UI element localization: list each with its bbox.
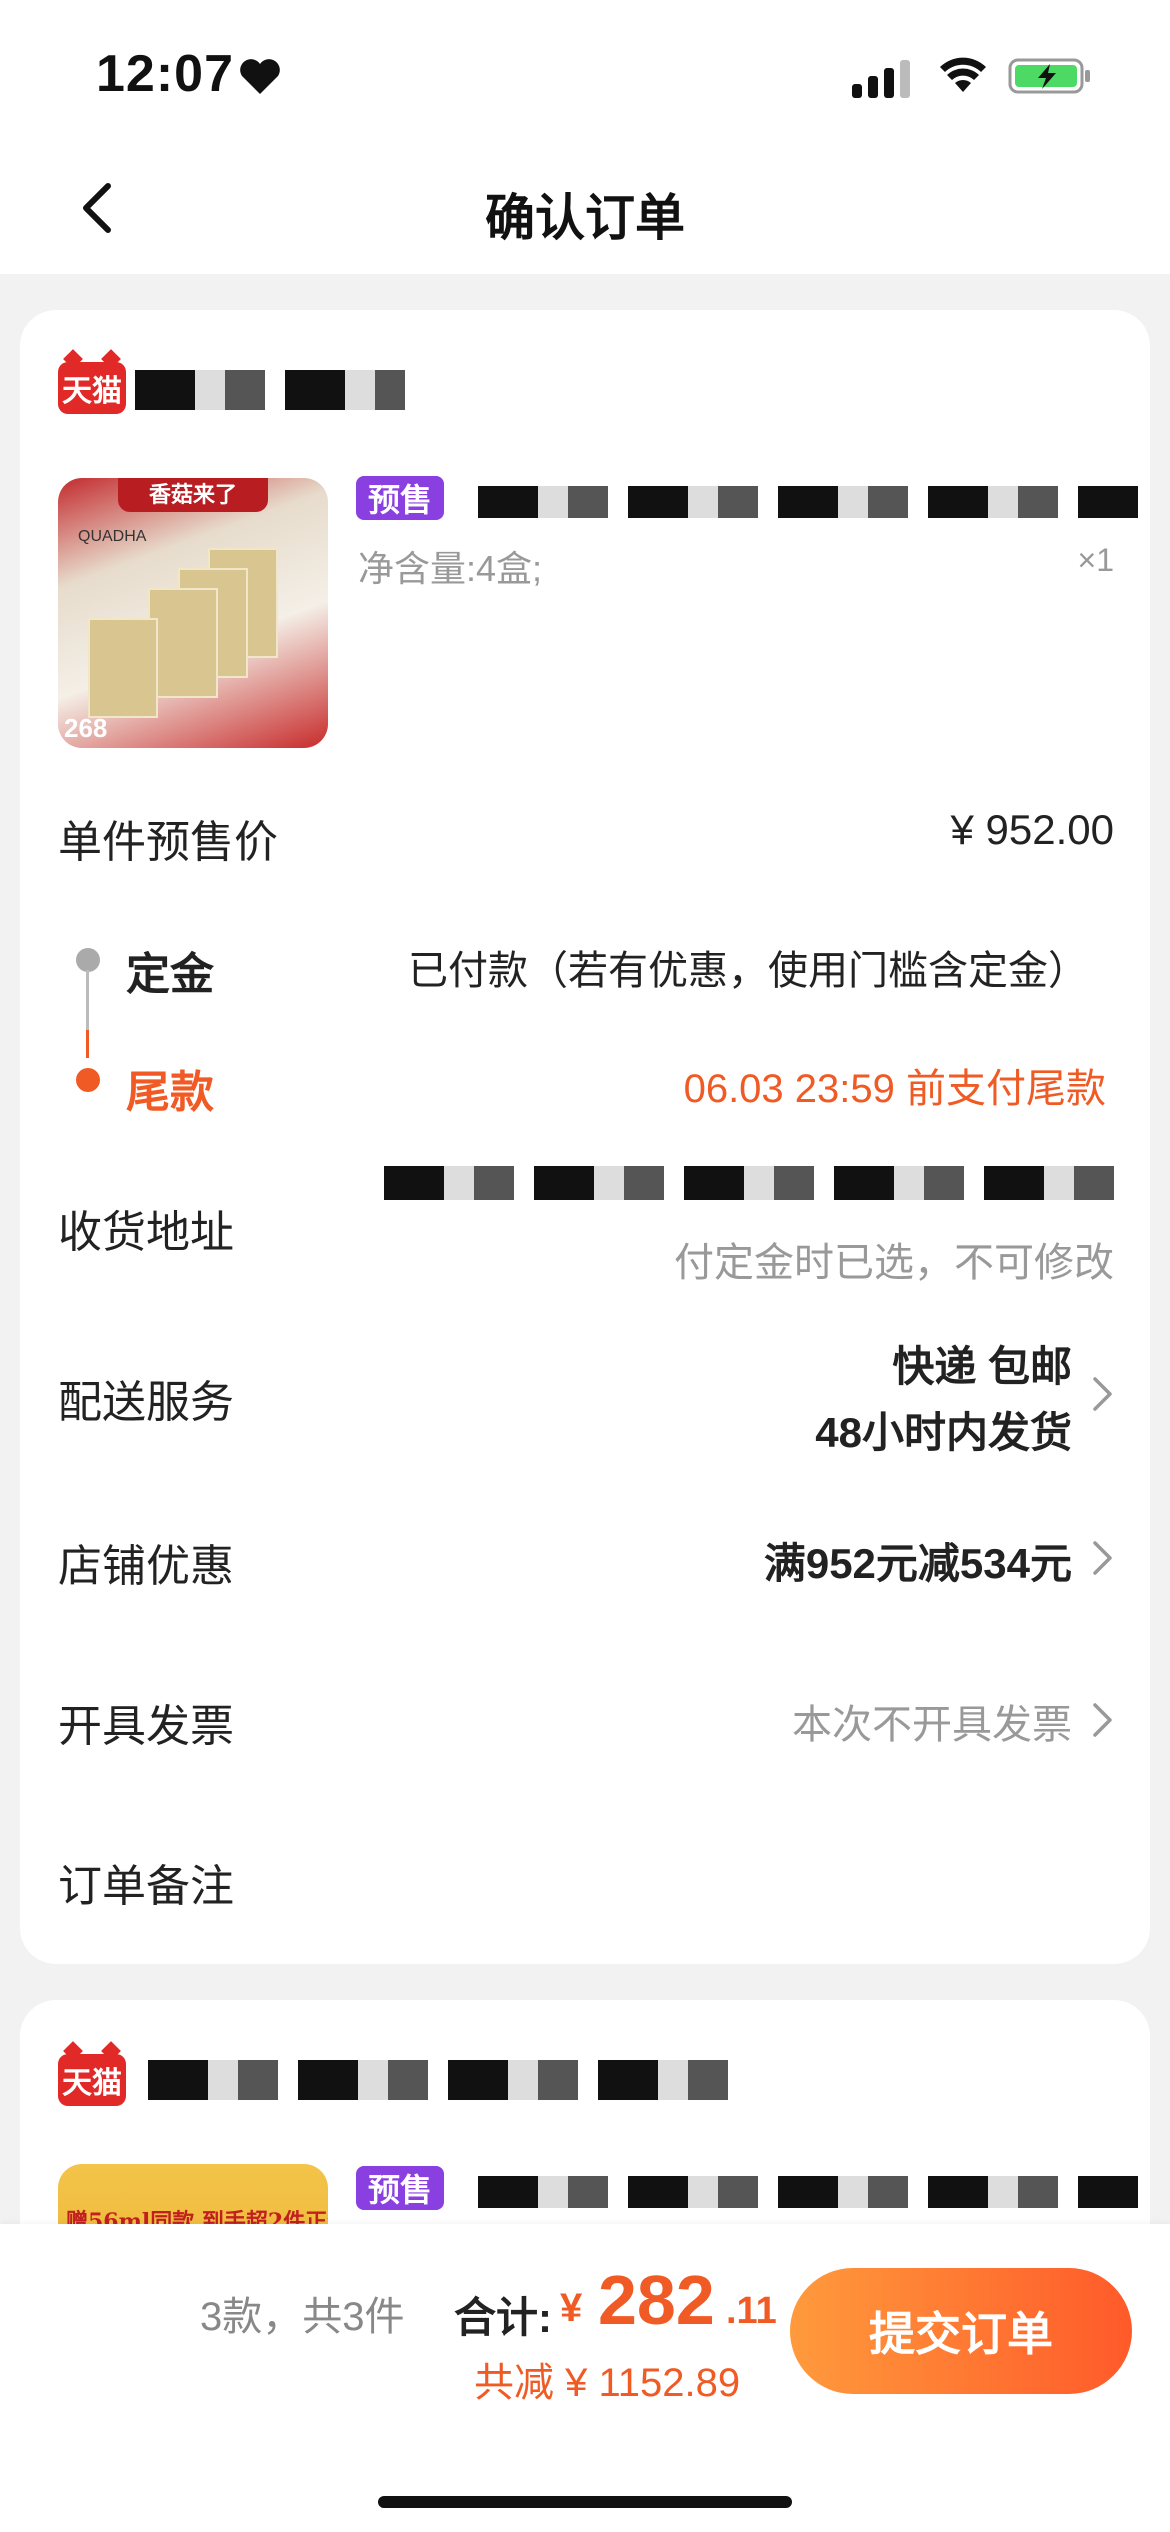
delivery-value-line1: 快递 包邮 — [892, 1343, 1072, 1390]
deposit-label: 定金 — [126, 950, 214, 999]
address-label: 收货地址 — [58, 1208, 234, 1257]
unit-price-value: ¥ 952.00 — [950, 806, 1115, 853]
thumb-brand: QUADHA — [78, 528, 147, 545]
store-name-redacted[interactable] — [135, 370, 405, 410]
product-qty: ×1 — [1077, 542, 1114, 578]
store-name-redacted[interactable] — [148, 2060, 728, 2100]
delivery-label[interactable]: 配送服务 — [58, 1366, 234, 1430]
delivery-value-line2: 48小时内发货 — [815, 1409, 1072, 1456]
heart-icon — [240, 59, 280, 94]
total-amount-integer: 282 — [598, 2261, 715, 2339]
tmall-logo: 天猫 — [58, 2054, 126, 2106]
presale-badge: 预售 — [356, 476, 444, 520]
delivery-value[interactable]: 快递 包邮 48小时内发货 — [815, 1334, 1072, 1466]
unit-price-label: 单件预售价 — [58, 818, 278, 867]
status-time: 12:07 — [96, 45, 234, 103]
invoice-label[interactable]: 开具发票 — [58, 1690, 234, 1754]
chevron-right-icon[interactable] — [1092, 1540, 1114, 1576]
balance-dot — [76, 1068, 100, 1092]
timeline-line — [86, 970, 89, 1030]
home-indicator[interactable] — [378, 2496, 792, 2508]
deposit-value: 已付款（若有优惠，使用门槛含定金） — [408, 949, 1088, 993]
order-note-label[interactable]: 订单备注 — [58, 1850, 234, 1914]
balance-label: 尾款 — [126, 1068, 214, 1117]
store-order-card-2: 天猫 赠56ml同款 到手超2件正装量 预售 — [20, 2000, 1150, 2260]
battery-charging-icon — [1008, 58, 1090, 94]
invoice-value[interactable]: 本次不开具发票 — [792, 1692, 1072, 1750]
wifi-icon — [940, 57, 986, 92]
timeline-line-active — [86, 1030, 89, 1058]
address-redacted — [384, 1166, 1130, 1200]
product-title-redacted[interactable] — [478, 2176, 1138, 2208]
deposit-dot — [76, 948, 100, 972]
address-note: 付定金时已选，不可修改 — [674, 1241, 1114, 1285]
nav-bar: 确认订单 — [0, 150, 1170, 274]
cellular-signal-icon — [852, 58, 910, 98]
submit-order-button[interactable]: 提交订单 — [790, 2268, 1132, 2394]
product-thumbnail[interactable]: 香菇来了 QUADHA 268 — [58, 478, 328, 748]
total-saved: 共减 ¥ 1152.89 — [474, 2361, 741, 2405]
total-currency: ¥ — [560, 2286, 583, 2330]
store-order-card: 天猫 香菇来了 QUADHA 268 预售 净含量:4盒; ×1 单件预售价 ¥… — [20, 310, 1150, 1964]
total-label: 合计: — [454, 2294, 552, 2341]
balance-value: 06.03 23:59 前支付尾款 — [683, 1067, 1106, 1111]
item-count: 3款，共3件 — [200, 2295, 405, 2339]
tmall-logo: 天猫 — [58, 362, 126, 414]
store-discount-label[interactable]: 店铺优惠 — [58, 1530, 234, 1594]
thumb-price: 268 — [64, 713, 108, 743]
status-bar: 12:07 — [0, 0, 1170, 150]
thumb-banner: 香菇来了 — [118, 478, 268, 512]
chevron-right-icon[interactable] — [1092, 1702, 1114, 1738]
presale-badge: 预售 — [356, 2166, 444, 2210]
checkout-bar: 3款，共3件 合计: ¥ 282 .11 共减 ¥ 1152.89 提交订单 — [0, 2224, 1170, 2532]
product-title-redacted[interactable] — [478, 486, 1138, 518]
product-spec: 净含量:4盒; — [358, 548, 543, 589]
store-discount-value[interactable]: 满952元减534元 — [764, 1530, 1072, 1591]
total-amount-decimal: .11 — [726, 2290, 777, 2332]
chevron-right-icon[interactable] — [1092, 1376, 1114, 1412]
page-title: 确认订单 — [485, 190, 685, 246]
